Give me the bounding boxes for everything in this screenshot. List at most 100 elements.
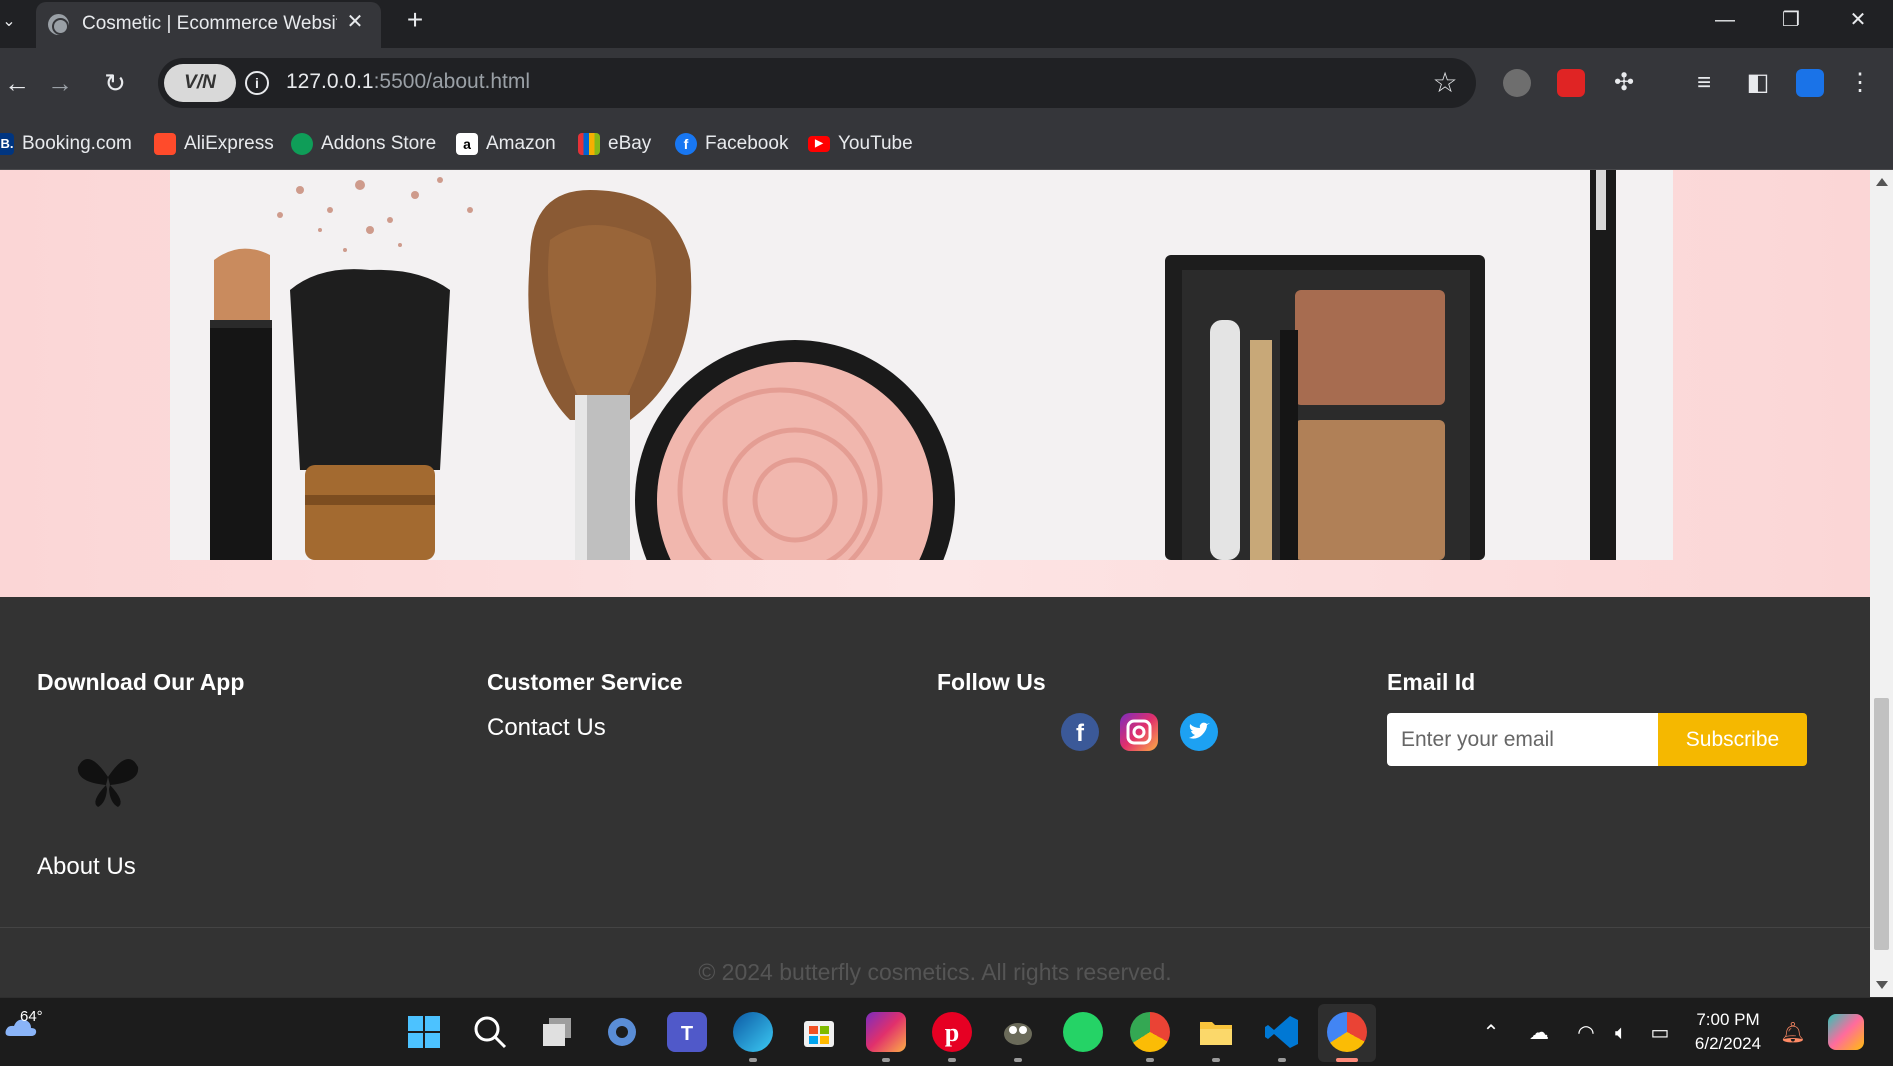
vpn-badge[interactable]: V/N <box>164 64 236 102</box>
gimp-icon[interactable] <box>998 1012 1038 1052</box>
scroll-thumb[interactable] <box>1874 698 1889 950</box>
svg-text:p: p <box>945 1018 959 1047</box>
email-input[interactable] <box>1387 713 1658 766</box>
gimp-running-indicator <box>1014 1058 1022 1062</box>
close-window-button[interactable]: ✕ <box>1830 0 1886 40</box>
extensions-puzzle-icon[interactable]: ✣ <box>1608 67 1640 99</box>
search-icon[interactable] <box>470 1012 510 1052</box>
chrome-beta-icon[interactable] <box>1327 1012 1367 1052</box>
lock-extension-icon[interactable] <box>1557 69 1585 97</box>
copilot-icon[interactable] <box>1828 1014 1864 1050</box>
windows-start-icon[interactable] <box>404 1012 444 1052</box>
bookmark-label: YouTube <box>838 133 913 154</box>
notification-bell-icon[interactable]: 🔔︎ <box>1780 1020 1806 1046</box>
bookmark-youtube[interactable]: ▶ YouTube <box>808 130 913 158</box>
svg-text:T: T <box>681 1023 693 1045</box>
back-button[interactable]: ← <box>0 66 34 100</box>
bookmark-label: eBay <box>608 133 652 154</box>
bookmark-booking[interactable]: B. Booking.com <box>0 130 132 158</box>
cosmetics-illustration <box>210 170 1616 560</box>
scroll-up-arrow-icon[interactable] <box>1876 178 1888 186</box>
butterfly-icon <box>77 759 139 807</box>
battery-icon[interactable]: ▭ <box>1647 1020 1673 1046</box>
customer-service-heading: Customer Service <box>487 669 683 695</box>
instagram-app-icon[interactable] <box>866 1012 906 1052</box>
ebay-icon <box>578 133 600 155</box>
shield-extension-icon[interactable] <box>1503 69 1531 97</box>
twitter-social-icon[interactable] <box>1180 713 1218 751</box>
bookmark-facebook[interactable]: f Facebook <box>675 130 788 158</box>
url-text[interactable]: 127.0.0.1:5500/about.html <box>286 70 530 94</box>
bookmarks-bar: B. Booking.com AliExpress Addons Store a… <box>0 118 1893 170</box>
settings-gear-icon[interactable] <box>602 1012 642 1052</box>
address-bar[interactable]: V/N i 127.0.0.1:5500/about.html ☆ <box>158 58 1476 108</box>
task-view-icon[interactable] <box>537 1012 577 1052</box>
microsoft-store-icon[interactable] <box>799 1012 839 1052</box>
onedrive-cloud-icon[interactable]: ☁ <box>1526 1020 1552 1046</box>
clock-date[interactable]: 6/2/2024 <box>1688 1034 1768 1054</box>
subscribe-button[interactable]: Subscribe <box>1658 713 1807 766</box>
file-explorer-icon[interactable] <box>1196 1012 1236 1052</box>
bookmark-ebay[interactable]: eBay <box>578 130 651 158</box>
youtube-icon: ▶ <box>808 136 830 152</box>
browser-toolbar: ← → ↻ V/N i 127.0.0.1:5500/about.html ☆ … <box>0 48 1893 118</box>
tab-title: Cosmetic | Ecommerce Website <box>82 13 337 34</box>
explorer-running-indicator <box>1212 1058 1220 1062</box>
minimize-button[interactable]: — <box>1697 0 1753 40</box>
scroll-down-arrow-icon[interactable] <box>1876 981 1888 989</box>
url-path: :5500/about.html <box>373 70 531 93</box>
edge-running-indicator <box>749 1058 757 1062</box>
new-tab-button[interactable]: + <box>400 5 430 35</box>
tab-search-icon[interactable]: ⌄ <box>0 6 18 38</box>
wifi-icon[interactable]: ◠ <box>1573 1020 1599 1046</box>
tray-overflow-chevron-icon[interactable]: ⌃ <box>1478 1020 1504 1046</box>
reload-button[interactable]: ↻ <box>98 66 132 100</box>
pinterest-icon[interactable]: p <box>932 1012 972 1052</box>
browser-window: ⌄ Cosmetic | Ecommerce Website ✕ + — ❐ ✕… <box>0 0 1893 1066</box>
follow-us-column: Follow Us <box>937 669 1046 696</box>
security-check-icon[interactable] <box>1796 69 1824 97</box>
volume-icon[interactable]: 🔈︎ <box>1608 1020 1634 1046</box>
bookmark-star-icon[interactable]: ☆ <box>1430 68 1460 98</box>
bookmark-addons-store[interactable]: Addons Store <box>291 130 436 158</box>
site-info-icon[interactable]: i <box>245 71 269 95</box>
svg-text:f: f <box>1076 720 1085 747</box>
bookmark-amazon[interactable]: a Amazon <box>456 130 556 158</box>
newsletter-form: Subscribe <box>1387 713 1807 766</box>
bookmark-label: Booking.com <box>22 133 132 154</box>
page-viewport: Download Our App About Us Customer Servi… <box>0 170 1870 997</box>
bookmark-label: Facebook <box>705 133 789 154</box>
media-queue-icon[interactable]: ≡ <box>1688 67 1720 99</box>
bookmark-aliexpress[interactable]: AliExpress <box>154 130 274 158</box>
instagram-running-indicator <box>882 1058 890 1062</box>
side-panel-icon[interactable]: ◧ <box>1742 67 1774 99</box>
chrome-icon[interactable] <box>1130 1012 1170 1052</box>
footer-divider <box>0 927 1870 928</box>
contact-us-link[interactable]: Contact Us <box>487 714 683 742</box>
forward-button[interactable]: → <box>43 66 77 100</box>
restore-button[interactable]: ❐ <box>1763 0 1819 40</box>
whatsapp-icon[interactable] <box>1063 1012 1103 1052</box>
addons-store-icon <box>291 133 313 155</box>
bookmark-label: AliExpress <box>184 133 274 154</box>
vscode-icon[interactable] <box>1262 1012 1302 1052</box>
active-app-indicator <box>1336 1058 1358 1062</box>
download-app-column: Download Our App <box>37 669 244 696</box>
follow-us-heading: Follow Us <box>937 669 1046 695</box>
about-hero-section <box>0 170 1870 597</box>
active-tab[interactable]: Cosmetic | Ecommerce Website ✕ <box>36 2 381 48</box>
windows-taskbar: 64° T p ⌃ ☁ ◠ 🔈︎ ▭ 7:00 PM 6/2/2024 🔔︎ <box>0 997 1893 1066</box>
edge-browser-icon[interactable] <box>733 1012 773 1052</box>
teams-icon[interactable]: T <box>667 1012 707 1052</box>
facebook-icon: f <box>675 133 697 155</box>
tab-strip: ⌄ Cosmetic | Ecommerce Website ✕ + — ❐ ✕ <box>0 0 1893 48</box>
butterfly-logo[interactable] <box>68 747 148 817</box>
about-us-link[interactable]: About Us <box>37 853 136 881</box>
facebook-social-icon[interactable]: f <box>1061 713 1099 751</box>
clock-time[interactable]: 7:00 PM <box>1688 1010 1768 1030</box>
menu-kebab-icon[interactable]: ⋮ <box>1844 67 1876 99</box>
instagram-social-icon[interactable] <box>1120 713 1158 751</box>
page-scrollbar[interactable] <box>1870 170 1893 997</box>
close-tab-icon[interactable]: ✕ <box>343 10 367 34</box>
url-host: 127.0.0.1 <box>286 70 374 93</box>
